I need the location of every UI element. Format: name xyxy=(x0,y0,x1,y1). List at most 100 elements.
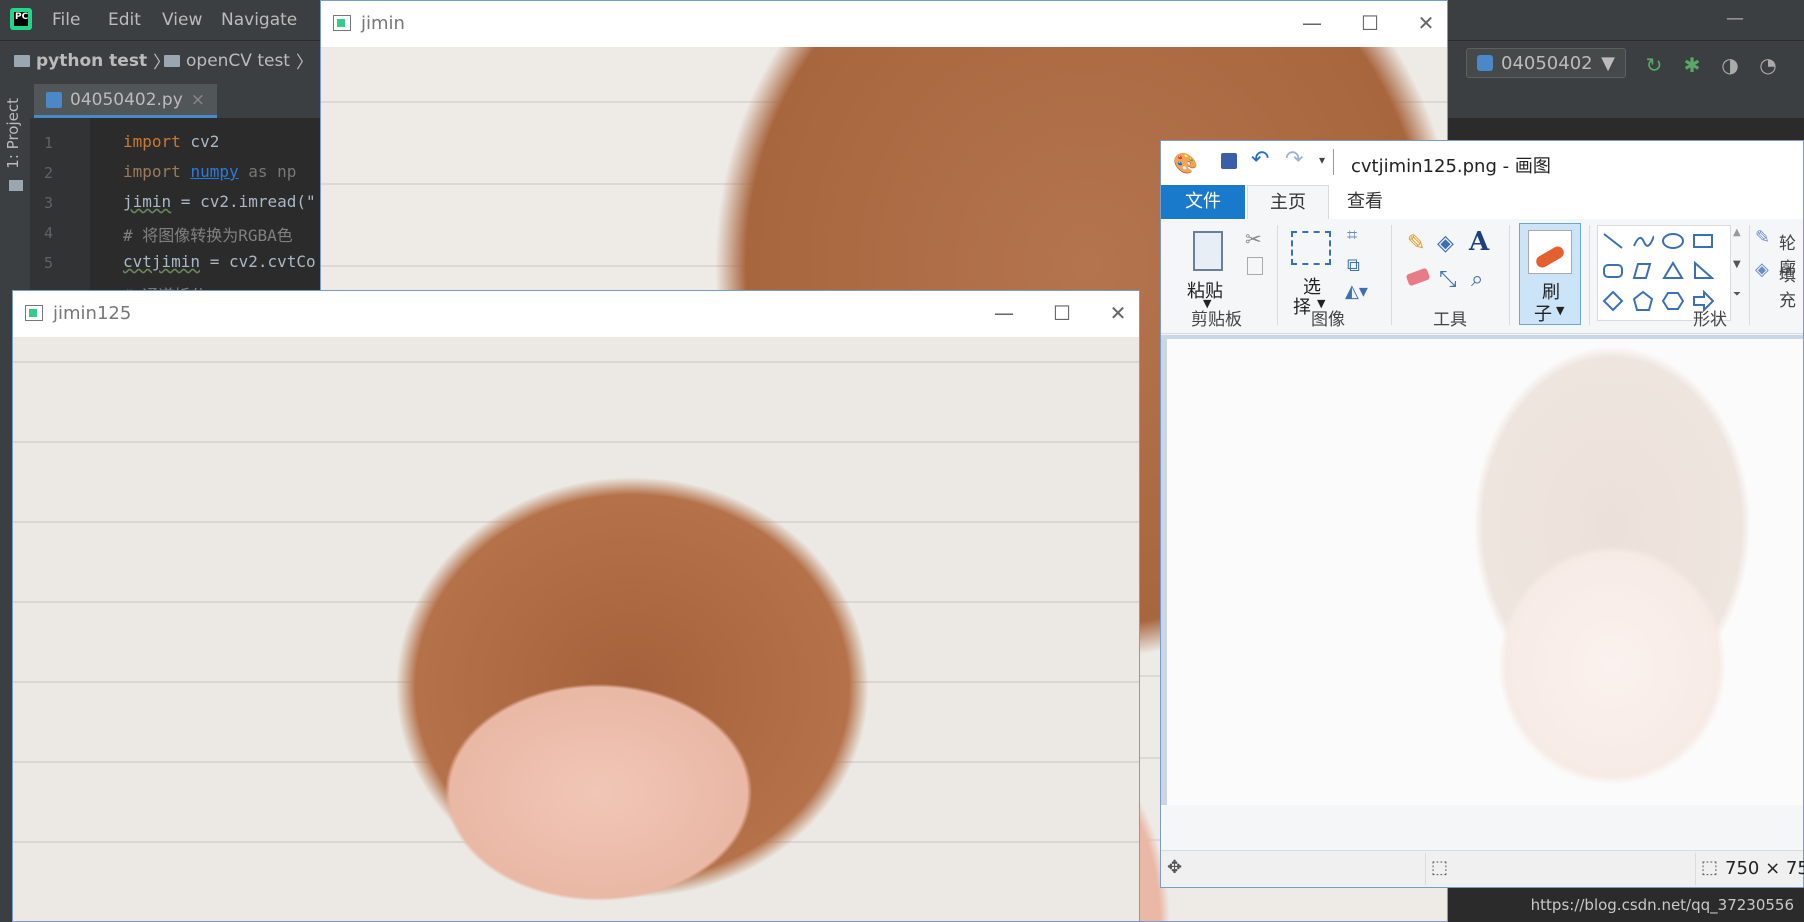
module-link[interactable]: numpy xyxy=(190,162,238,181)
profile-icon[interactable]: ◔ xyxy=(1757,54,1779,76)
window-app-icon xyxy=(25,305,43,321)
right-triangle-shape-icon[interactable] xyxy=(1690,258,1716,284)
line-number: 4 xyxy=(44,224,54,242)
pycharm-logo-icon: PC xyxy=(10,8,32,30)
text-icon[interactable]: A xyxy=(1469,227,1489,257)
maximize-icon[interactable]: ☐ xyxy=(1355,11,1385,35)
window-paint[interactable]: 🎨 ↶ ↷ ▾ cvtjimin125.png - 画图 文件 主页 查看 粘贴… xyxy=(1160,140,1804,888)
paint-statusbar: ✥ ⬚ ⬚ 750 × 75 xyxy=(1161,850,1804,887)
canvas-area xyxy=(1161,335,1803,805)
image-size-icon: ⬚ xyxy=(1701,857,1719,878)
paint-app-icon: 🎨 xyxy=(1173,151,1198,175)
tab-04050402-py[interactable]: 04050402.py × xyxy=(34,84,218,118)
maximize-icon[interactable]: ☐ xyxy=(1047,301,1077,325)
status-separator xyxy=(1695,853,1696,885)
code-line-5[interactable]: cvtjimin = cv2.cvtCo xyxy=(123,252,316,271)
select-button[interactable]: 选 择 ▼ xyxy=(1287,225,1337,318)
redo-icon[interactable]: ↷ xyxy=(1285,147,1303,172)
code-line-1[interactable]: import cv2 xyxy=(123,132,219,151)
chevron-down-icon: ▼ xyxy=(1601,52,1615,74)
folder-icon xyxy=(9,180,23,191)
gallery-more-icon[interactable]: ⏷ xyxy=(1733,289,1741,300)
paint-window-title: cvtjimin125.png - 画图 xyxy=(1351,156,1551,177)
triangle-shape-icon[interactable] xyxy=(1660,258,1686,284)
chevron-down-icon: ▼ xyxy=(1556,304,1565,317)
save-icon[interactable] xyxy=(1221,153,1237,169)
ribbon-home: 粘贴 ▼ ✂ 剪贴板 选 择 ▼ ⌗ ⧉ ◭▾ 图像 ✎ ◈ A ⤡ ⌕ 工具 xyxy=(1161,219,1803,334)
code-line-4[interactable]: # 将图像转换为RGBA色 xyxy=(123,222,293,246)
menu-edit[interactable]: Edit xyxy=(108,10,141,30)
pentagon-shape-icon[interactable] xyxy=(1630,288,1656,314)
window-jimin125[interactable]: jimin125 — ☐ ✕ xyxy=(12,290,1140,922)
magnifier-icon[interactable]: ⌕ xyxy=(1471,267,1483,292)
group-separator xyxy=(1589,225,1590,325)
group-separator xyxy=(1509,225,1510,325)
status-separator xyxy=(1425,853,1426,885)
rounded-rect-shape-icon[interactable] xyxy=(1600,258,1626,284)
eraser-icon[interactable] xyxy=(1405,267,1431,287)
curve-shape-icon[interactable] xyxy=(1630,228,1656,254)
brush-label-2: 子 xyxy=(1534,304,1552,325)
line-number: 2 xyxy=(44,164,54,182)
debug-icon[interactable]: ✱ xyxy=(1681,54,1703,76)
breadcrumb-folder[interactable]: openCV test 〉 xyxy=(164,48,313,73)
comment: # 将图像转换为RGBA色 xyxy=(123,226,293,245)
group-separator xyxy=(1391,225,1392,325)
resize-icon[interactable]: ⧉ xyxy=(1347,255,1360,276)
menu-view[interactable]: View xyxy=(162,10,202,30)
code-text: as np xyxy=(238,162,297,181)
select-label-2: 择 xyxy=(1293,297,1311,318)
group-image-label: 图像 xyxy=(1311,310,1345,330)
window-titlebar[interactable]: jimin — ☐ ✕ xyxy=(321,1,1447,48)
undo-icon[interactable]: ↶ xyxy=(1251,147,1269,172)
fill-bucket-icon[interactable]: ◈ xyxy=(1437,231,1454,256)
brushes-button[interactable]: 刷 子 ▼ xyxy=(1519,223,1581,325)
gallery-scroll-up-icon[interactable]: ▲ xyxy=(1733,227,1741,238)
oval-shape-icon[interactable] xyxy=(1660,228,1686,254)
minimize-icon[interactable]: — xyxy=(989,301,1019,325)
drawing-canvas[interactable] xyxy=(1167,339,1803,805)
outline-icon[interactable]: ✎ xyxy=(1755,227,1770,248)
hexagon-shape-icon[interactable] xyxy=(1660,288,1686,314)
image-size-text: 750 × 75 xyxy=(1725,858,1804,879)
gallery-scroll-down-icon[interactable]: ▼ xyxy=(1733,259,1741,270)
rotate-icon[interactable]: ◭▾ xyxy=(1345,281,1368,302)
menu-file[interactable]: File xyxy=(52,10,80,30)
close-icon[interactable]: ✕ xyxy=(1411,11,1441,35)
pencil-icon[interactable]: ✎ xyxy=(1407,231,1425,256)
copy-icon[interactable] xyxy=(1247,257,1263,275)
crop-icon[interactable]: ⌗ xyxy=(1347,225,1357,246)
code-text: = cv2.cvtCo xyxy=(200,252,316,271)
tab-view[interactable]: 查看 xyxy=(1325,185,1405,219)
rectangle-shape-icon[interactable] xyxy=(1690,228,1716,254)
minimize-icon[interactable]: — xyxy=(1297,11,1327,35)
run-configuration-select[interactable]: 04050402 ▼ xyxy=(1466,48,1626,78)
folder-icon xyxy=(14,54,30,67)
coverage-icon[interactable]: ◑ xyxy=(1719,54,1741,76)
color-picker-icon[interactable]: ⤡ xyxy=(1439,267,1457,292)
rerun-icon[interactable]: ↻ xyxy=(1643,54,1665,76)
paint-titlebar[interactable]: 🎨 ↶ ↷ ▾ cvtjimin125.png - 画图 xyxy=(1161,141,1803,185)
cut-icon[interactable]: ✂ xyxy=(1245,227,1262,251)
fill-label[interactable]: 填充 xyxy=(1779,261,1803,311)
window-titlebar[interactable]: jimin125 — ☐ ✕ xyxy=(13,291,1139,338)
code-text: cv2 xyxy=(180,132,220,151)
line-shape-icon[interactable] xyxy=(1600,228,1626,254)
quick-access-dropdown-icon[interactable]: ▾ xyxy=(1319,153,1325,167)
project-tool-tab[interactable]: 1: Project xyxy=(4,98,22,169)
menu-navigate[interactable]: Navigate xyxy=(221,10,297,30)
ide-minimize-icon[interactable]: — xyxy=(1726,8,1744,29)
close-icon[interactable]: ✕ xyxy=(1103,301,1133,325)
tab-file[interactable]: 文件 xyxy=(1161,185,1245,219)
polygon-shape-icon[interactable] xyxy=(1630,258,1656,284)
close-icon[interactable]: × xyxy=(191,90,205,110)
line-number: 1 xyxy=(44,134,54,152)
paste-button[interactable]: 粘贴 ▼ xyxy=(1179,225,1239,310)
code-line-3[interactable]: jimin = cv2.imread(" xyxy=(123,192,316,211)
breadcrumb-project[interactable]: python test 〉 xyxy=(14,48,170,73)
code-line-2[interactable]: import numpy as np xyxy=(123,162,296,181)
fill-icon[interactable]: ◈ xyxy=(1755,259,1769,280)
tab-home[interactable]: 主页 xyxy=(1247,185,1329,220)
diamond-shape-icon[interactable] xyxy=(1600,288,1626,314)
tab-label: 04050402.py xyxy=(70,89,183,110)
